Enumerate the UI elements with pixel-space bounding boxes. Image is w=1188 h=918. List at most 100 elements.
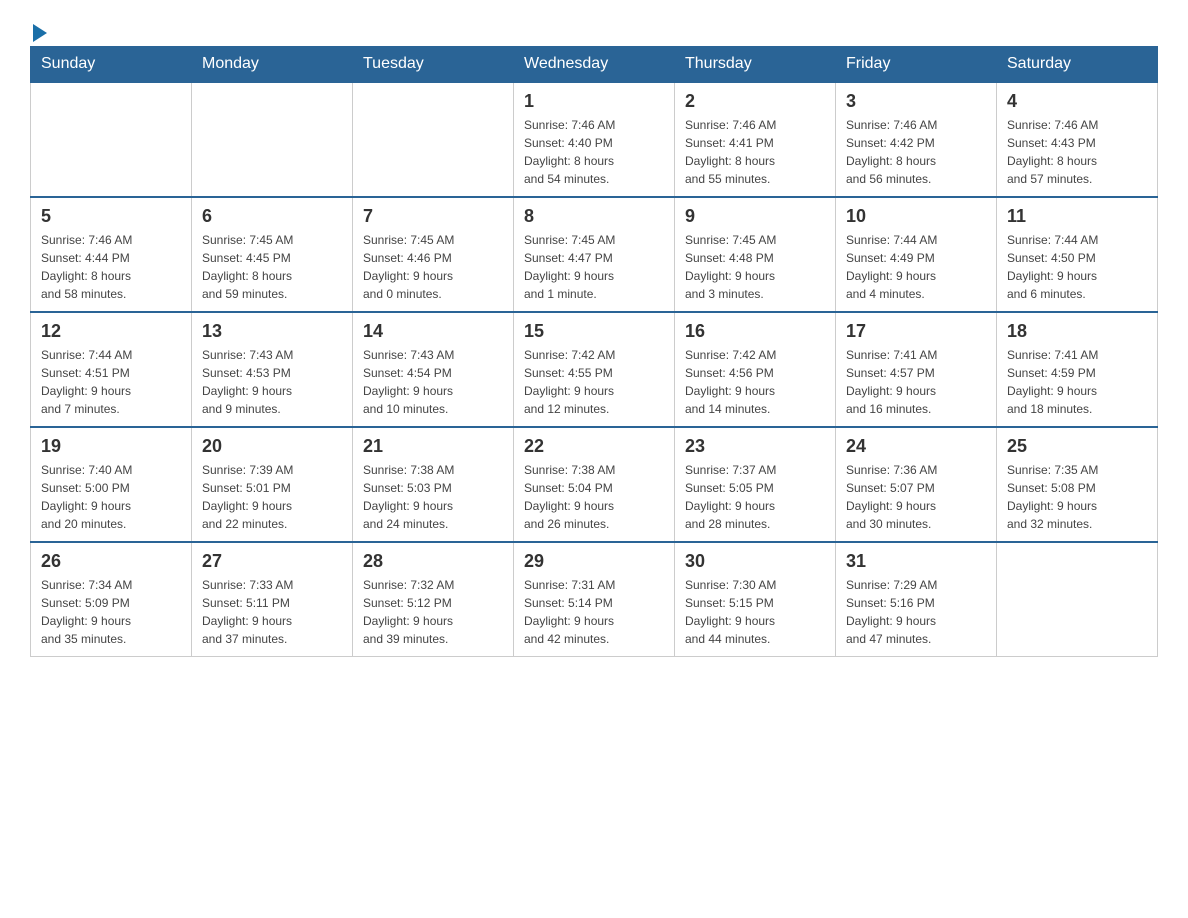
- day-cell: 29 Sunrise: 7:31 AM Sunset: 5:14 PM Dayli…: [514, 542, 675, 657]
- day-number: 3: [846, 91, 986, 112]
- day-info: Sunrise: 7:38 AM Sunset: 5:04 PM Dayligh…: [524, 461, 664, 533]
- day-number: 31: [846, 551, 986, 572]
- day-number: 13: [202, 321, 342, 342]
- day-cell: 20 Sunrise: 7:39 AM Sunset: 5:01 PM Dayli…: [192, 427, 353, 542]
- col-header-wednesday: Wednesday: [514, 47, 675, 83]
- day-info: Sunrise: 7:29 AM Sunset: 5:16 PM Dayligh…: [846, 576, 986, 648]
- day-cell: 30 Sunrise: 7:30 AM Sunset: 5:15 PM Dayli…: [675, 542, 836, 657]
- week-row-5: 26 Sunrise: 7:34 AM Sunset: 5:09 PM Dayli…: [31, 542, 1158, 657]
- day-number: 16: [685, 321, 825, 342]
- day-cell: 8Sunrise: 7:45 AM Sunset: 4:47 PM Daylig…: [514, 197, 675, 312]
- day-number: 20: [202, 436, 342, 457]
- day-info: Sunrise: 7:43 AM Sunset: 4:53 PM Dayligh…: [202, 346, 342, 418]
- week-row-4: 19Sunrise: 7:40 AM Sunset: 5:00 PM Dayli…: [31, 427, 1158, 542]
- col-header-sunday: Sunday: [31, 47, 192, 83]
- day-info: Sunrise: 7:42 AM Sunset: 4:56 PM Dayligh…: [685, 346, 825, 418]
- day-cell: 27Sunrise: 7:33 AM Sunset: 5:11 PM Dayli…: [192, 542, 353, 657]
- day-info: Sunrise: 7:44 AM Sunset: 4:51 PM Dayligh…: [41, 346, 181, 418]
- day-info: Sunrise: 7:46 AM Sunset: 4:42 PM Dayligh…: [846, 116, 986, 188]
- day-info: Sunrise: 7:45 AM Sunset: 4:46 PM Dayligh…: [363, 231, 503, 303]
- week-row-3: 12Sunrise: 7:44 AM Sunset: 4:51 PM Dayli…: [31, 312, 1158, 427]
- col-header-thursday: Thursday: [675, 47, 836, 83]
- day-number: 11: [1007, 206, 1147, 227]
- day-cell: 5Sunrise: 7:46 AM Sunset: 4:44 PM Daylig…: [31, 197, 192, 312]
- day-cell: 23 Sunrise: 7:37 AM Sunset: 5:05 PM Dayli…: [675, 427, 836, 542]
- day-cell: 13 Sunrise: 7:43 AM Sunset: 4:53 PM Dayli…: [192, 312, 353, 427]
- day-cell: 3 Sunrise: 7:46 AM Sunset: 4:42 PM Daylig…: [836, 82, 997, 197]
- day-cell: 31 Sunrise: 7:29 AM Sunset: 5:16 PM Dayli…: [836, 542, 997, 657]
- day-number: 10: [846, 206, 986, 227]
- day-cell: 16 Sunrise: 7:42 AM Sunset: 4:56 PM Dayli…: [675, 312, 836, 427]
- day-number: 18: [1007, 321, 1147, 342]
- header-row: SundayMondayTuesdayWednesdayThursdayFrid…: [31, 47, 1158, 83]
- day-number: 22: [524, 436, 664, 457]
- day-number: 28: [363, 551, 503, 572]
- day-cell: 14Sunrise: 7:43 AM Sunset: 4:54 PM Dayli…: [353, 312, 514, 427]
- week-row-1: 1 Sunrise: 7:46 AM Sunset: 4:40 PM Daylig…: [31, 82, 1158, 197]
- day-info: Sunrise: 7:41 AM Sunset: 4:59 PM Dayligh…: [1007, 346, 1147, 418]
- day-cell: 11 Sunrise: 7:44 AM Sunset: 4:50 PM Dayli…: [997, 197, 1158, 312]
- day-cell: 25 Sunrise: 7:35 AM Sunset: 5:08 PM Dayli…: [997, 427, 1158, 542]
- day-info: Sunrise: 7:45 AM Sunset: 4:45 PM Dayligh…: [202, 231, 342, 303]
- logo: [30, 20, 68, 36]
- day-number: 1: [524, 91, 664, 112]
- calendar-table: SundayMondayTuesdayWednesdayThursdayFrid…: [30, 46, 1158, 657]
- day-number: 9: [685, 206, 825, 227]
- day-cell: 1 Sunrise: 7:46 AM Sunset: 4:40 PM Daylig…: [514, 82, 675, 197]
- day-number: 2: [685, 91, 825, 112]
- day-cell: 7 Sunrise: 7:45 AM Sunset: 4:46 PM Daylig…: [353, 197, 514, 312]
- day-cell: 19Sunrise: 7:40 AM Sunset: 5:00 PM Dayli…: [31, 427, 192, 542]
- day-number: 30: [685, 551, 825, 572]
- day-number: 25: [1007, 436, 1147, 457]
- day-cell: 26 Sunrise: 7:34 AM Sunset: 5:09 PM Dayli…: [31, 542, 192, 657]
- week-row-2: 5Sunrise: 7:46 AM Sunset: 4:44 PM Daylig…: [31, 197, 1158, 312]
- day-number: 14: [363, 321, 503, 342]
- col-header-friday: Friday: [836, 47, 997, 83]
- day-cell: 22 Sunrise: 7:38 AM Sunset: 5:04 PM Dayli…: [514, 427, 675, 542]
- day-cell: 21 Sunrise: 7:38 AM Sunset: 5:03 PM Dayli…: [353, 427, 514, 542]
- day-info: Sunrise: 7:35 AM Sunset: 5:08 PM Dayligh…: [1007, 461, 1147, 533]
- day-info: Sunrise: 7:38 AM Sunset: 5:03 PM Dayligh…: [363, 461, 503, 533]
- day-number: 17: [846, 321, 986, 342]
- day-cell: 24Sunrise: 7:36 AM Sunset: 5:07 PM Dayli…: [836, 427, 997, 542]
- day-cell: 10 Sunrise: 7:44 AM Sunset: 4:49 PM Dayli…: [836, 197, 997, 312]
- day-cell: 15 Sunrise: 7:42 AM Sunset: 4:55 PM Dayli…: [514, 312, 675, 427]
- day-cell: [353, 82, 514, 197]
- day-info: Sunrise: 7:30 AM Sunset: 5:15 PM Dayligh…: [685, 576, 825, 648]
- day-number: 4: [1007, 91, 1147, 112]
- day-number: 23: [685, 436, 825, 457]
- day-info: Sunrise: 7:37 AM Sunset: 5:05 PM Dayligh…: [685, 461, 825, 533]
- day-number: 15: [524, 321, 664, 342]
- day-info: Sunrise: 7:39 AM Sunset: 5:01 PM Dayligh…: [202, 461, 342, 533]
- col-header-saturday: Saturday: [997, 47, 1158, 83]
- day-number: 26: [41, 551, 181, 572]
- day-info: Sunrise: 7:46 AM Sunset: 4:41 PM Dayligh…: [685, 116, 825, 188]
- day-cell: [192, 82, 353, 197]
- day-info: Sunrise: 7:34 AM Sunset: 5:09 PM Dayligh…: [41, 576, 181, 648]
- day-cell: 9 Sunrise: 7:45 AM Sunset: 4:48 PM Daylig…: [675, 197, 836, 312]
- day-number: 8: [524, 206, 664, 227]
- day-number: 24: [846, 436, 986, 457]
- day-number: 29: [524, 551, 664, 572]
- day-cell: 17 Sunrise: 7:41 AM Sunset: 4:57 PM Dayli…: [836, 312, 997, 427]
- day-info: Sunrise: 7:32 AM Sunset: 5:12 PM Dayligh…: [363, 576, 503, 648]
- day-cell: 6 Sunrise: 7:45 AM Sunset: 4:45 PM Daylig…: [192, 197, 353, 312]
- col-header-tuesday: Tuesday: [353, 47, 514, 83]
- day-info: Sunrise: 7:33 AM Sunset: 5:11 PM Dayligh…: [202, 576, 342, 648]
- day-info: Sunrise: 7:42 AM Sunset: 4:55 PM Dayligh…: [524, 346, 664, 418]
- day-cell: 28 Sunrise: 7:32 AM Sunset: 5:12 PM Dayli…: [353, 542, 514, 657]
- day-info: Sunrise: 7:40 AM Sunset: 5:00 PM Dayligh…: [41, 461, 181, 533]
- day-cell: [997, 542, 1158, 657]
- day-info: Sunrise: 7:41 AM Sunset: 4:57 PM Dayligh…: [846, 346, 986, 418]
- day-info: Sunrise: 7:45 AM Sunset: 4:48 PM Dayligh…: [685, 231, 825, 303]
- day-number: 6: [202, 206, 342, 227]
- day-info: Sunrise: 7:44 AM Sunset: 4:49 PM Dayligh…: [846, 231, 986, 303]
- day-number: 21: [363, 436, 503, 457]
- day-info: Sunrise: 7:31 AM Sunset: 5:14 PM Dayligh…: [524, 576, 664, 648]
- day-info: Sunrise: 7:46 AM Sunset: 4:40 PM Dayligh…: [524, 116, 664, 188]
- day-cell: [31, 82, 192, 197]
- day-info: Sunrise: 7:44 AM Sunset: 4:50 PM Dayligh…: [1007, 231, 1147, 303]
- day-number: 5: [41, 206, 181, 227]
- day-cell: 12Sunrise: 7:44 AM Sunset: 4:51 PM Dayli…: [31, 312, 192, 427]
- day-number: 7: [363, 206, 503, 227]
